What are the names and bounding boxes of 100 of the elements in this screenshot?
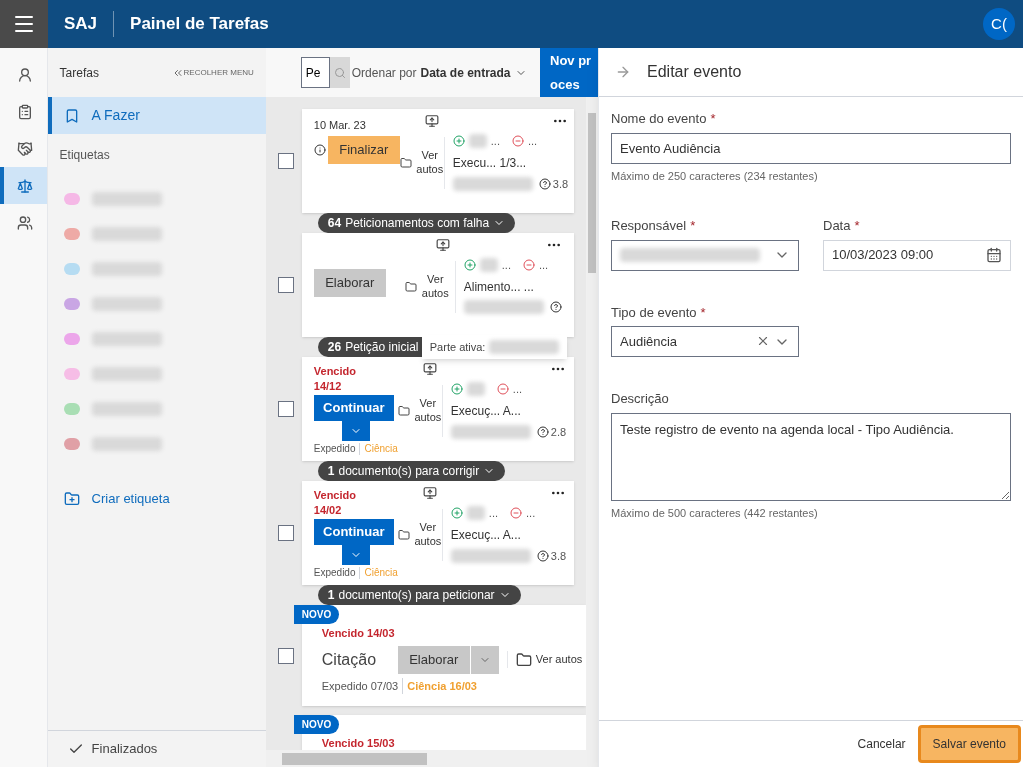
date-field[interactable]: 10/03/2023 09:00 xyxy=(823,239,1011,271)
redacted-text xyxy=(91,402,162,416)
sidebar-title: Tarefas xyxy=(59,64,99,82)
description-field[interactable]: Teste registro de evento na agenda local - Tipo Audiência. xyxy=(611,412,1011,501)
redacted-text xyxy=(91,332,162,346)
folder-icon xyxy=(397,405,410,417)
user-avatar[interactable]: C( xyxy=(983,8,1015,40)
ciencia-label: Ciência xyxy=(359,443,398,455)
dropdown-button[interactable] xyxy=(341,545,370,565)
add-to-screen-icon[interactable] xyxy=(435,238,450,252)
minus-circle-icon xyxy=(511,135,524,148)
required-mark: * xyxy=(854,217,860,235)
folder-icon xyxy=(397,529,410,541)
value-text: 3.8 xyxy=(552,176,569,192)
group-pill[interactable]: 64 Peticionamentos com falha xyxy=(317,213,516,233)
event-type-dropdown[interactable]: Audiência xyxy=(611,326,799,357)
help-icon xyxy=(536,425,549,438)
redacted-text xyxy=(91,227,162,241)
ciencia-label: Ciência 16/03 xyxy=(402,677,477,694)
task-checkbox[interactable] xyxy=(277,525,294,541)
minus-circle-icon xyxy=(510,507,522,520)
vertical-scrollbar[interactable] xyxy=(586,97,598,750)
create-label-link[interactable]: Criar etiqueta xyxy=(47,489,266,509)
view-records-link[interactable]: Ver autos xyxy=(413,397,442,425)
group-pill[interactable]: 1 documento(s) para corrigir xyxy=(317,461,506,481)
due-label: Vencido xyxy=(313,365,357,378)
draft-button[interactable]: Elaborar xyxy=(313,269,386,297)
minus-circle-icon xyxy=(496,383,509,396)
finished-button[interactable]: Finalizados xyxy=(47,730,266,767)
people-icon xyxy=(17,214,34,231)
plus-circle-icon xyxy=(450,383,463,396)
app-title: Painel de Tarefas xyxy=(130,13,269,36)
expedited-label: Expedido 07/03 xyxy=(321,678,399,694)
scale-icon xyxy=(17,177,34,194)
draft-button[interactable]: Elaborar xyxy=(397,645,470,674)
add-to-screen-icon[interactable] xyxy=(424,114,439,128)
save-event-button[interactable]: Salvar evento xyxy=(917,725,1021,763)
field-hint: Máximo de 500 caracteres (442 restantes) xyxy=(611,505,819,521)
new-badge: NOVO xyxy=(293,715,340,734)
sidebar-item[interactable]: A Fazer xyxy=(47,97,266,134)
class-text: Alimento... ... xyxy=(463,278,535,296)
ciencia-label: Ciência xyxy=(359,567,398,579)
task-checkbox[interactable] xyxy=(277,153,294,169)
sort-dropdown[interactable]: Ordenar por Data de entrada xyxy=(351,63,527,82)
search-icon xyxy=(333,66,346,79)
clipboard-icon xyxy=(17,103,34,120)
redacted-text xyxy=(91,262,162,276)
help-icon xyxy=(549,300,562,313)
owner-dropdown[interactable] xyxy=(611,239,799,271)
rail-nav-item[interactable] xyxy=(0,167,47,204)
field-label: Responsável xyxy=(611,217,687,235)
redacted-text xyxy=(466,382,485,397)
redacted-text xyxy=(91,367,162,381)
field-label: Data xyxy=(823,217,851,235)
class-text: Execuç... A... xyxy=(450,402,522,420)
view-records-link[interactable]: Ver autos xyxy=(421,273,450,301)
passive-party-text: ... xyxy=(512,382,522,397)
new-process-button[interactable]: Nov proces xyxy=(540,48,598,97)
help-icon xyxy=(536,549,549,562)
menu-button[interactable] xyxy=(0,0,48,48)
task-checkbox[interactable] xyxy=(277,647,294,664)
passive-party-text: ... xyxy=(526,506,536,521)
due-label: Vencido 15/03 xyxy=(321,736,396,750)
labels-heading: Etiquetas xyxy=(58,147,111,164)
active-party-text: ... xyxy=(490,134,500,149)
group-pill[interactable]: 1 documento(s) para peticionar xyxy=(317,585,521,605)
search-button[interactable] xyxy=(329,57,350,88)
continue-button[interactable]: Continuar xyxy=(313,395,394,421)
new-badge: NOVO xyxy=(293,605,340,624)
task-checkbox[interactable] xyxy=(277,277,294,293)
view-records-link[interactable]: Ver autos xyxy=(535,651,583,668)
required-mark: * xyxy=(710,110,716,128)
search-field[interactable]: Pe xyxy=(300,57,330,88)
class-text: Execu... 1/3... xyxy=(452,154,528,172)
cancel-button[interactable]: Cancelar xyxy=(853,735,910,753)
redacted-text xyxy=(91,437,162,451)
collapse-menu-button[interactable]: RECOLHER MENU xyxy=(171,66,254,79)
handshake-icon xyxy=(17,140,34,157)
dropdown-button[interactable] xyxy=(341,421,370,441)
task-checkbox[interactable] xyxy=(277,401,294,417)
view-records-link[interactable]: Ver autos xyxy=(413,521,442,549)
redacted-text xyxy=(479,258,498,273)
required-mark: * xyxy=(690,217,696,235)
plus-circle-icon xyxy=(463,259,476,272)
add-to-screen-icon[interactable] xyxy=(422,362,437,376)
passive-party-text: ... xyxy=(527,134,538,149)
add-to-screen-icon[interactable] xyxy=(422,486,437,500)
event-name-field[interactable]: Evento Audiência xyxy=(611,132,1011,164)
view-records-link[interactable]: Ver autos xyxy=(415,149,444,177)
horizontal-scrollbar[interactable] xyxy=(265,750,598,767)
redacted-text xyxy=(466,506,485,521)
due-label: Vencido 14/03 xyxy=(321,626,396,641)
panel-title: Editar evento xyxy=(647,62,742,82)
help-icon xyxy=(538,177,551,190)
expedited-label: Expedido xyxy=(313,567,356,579)
finalize-button[interactable]: Finalizar xyxy=(327,135,400,164)
redacted-text xyxy=(91,297,162,311)
continue-button[interactable]: Continuar xyxy=(313,519,394,545)
minus-circle-icon xyxy=(522,259,535,272)
person-icon xyxy=(17,66,34,83)
